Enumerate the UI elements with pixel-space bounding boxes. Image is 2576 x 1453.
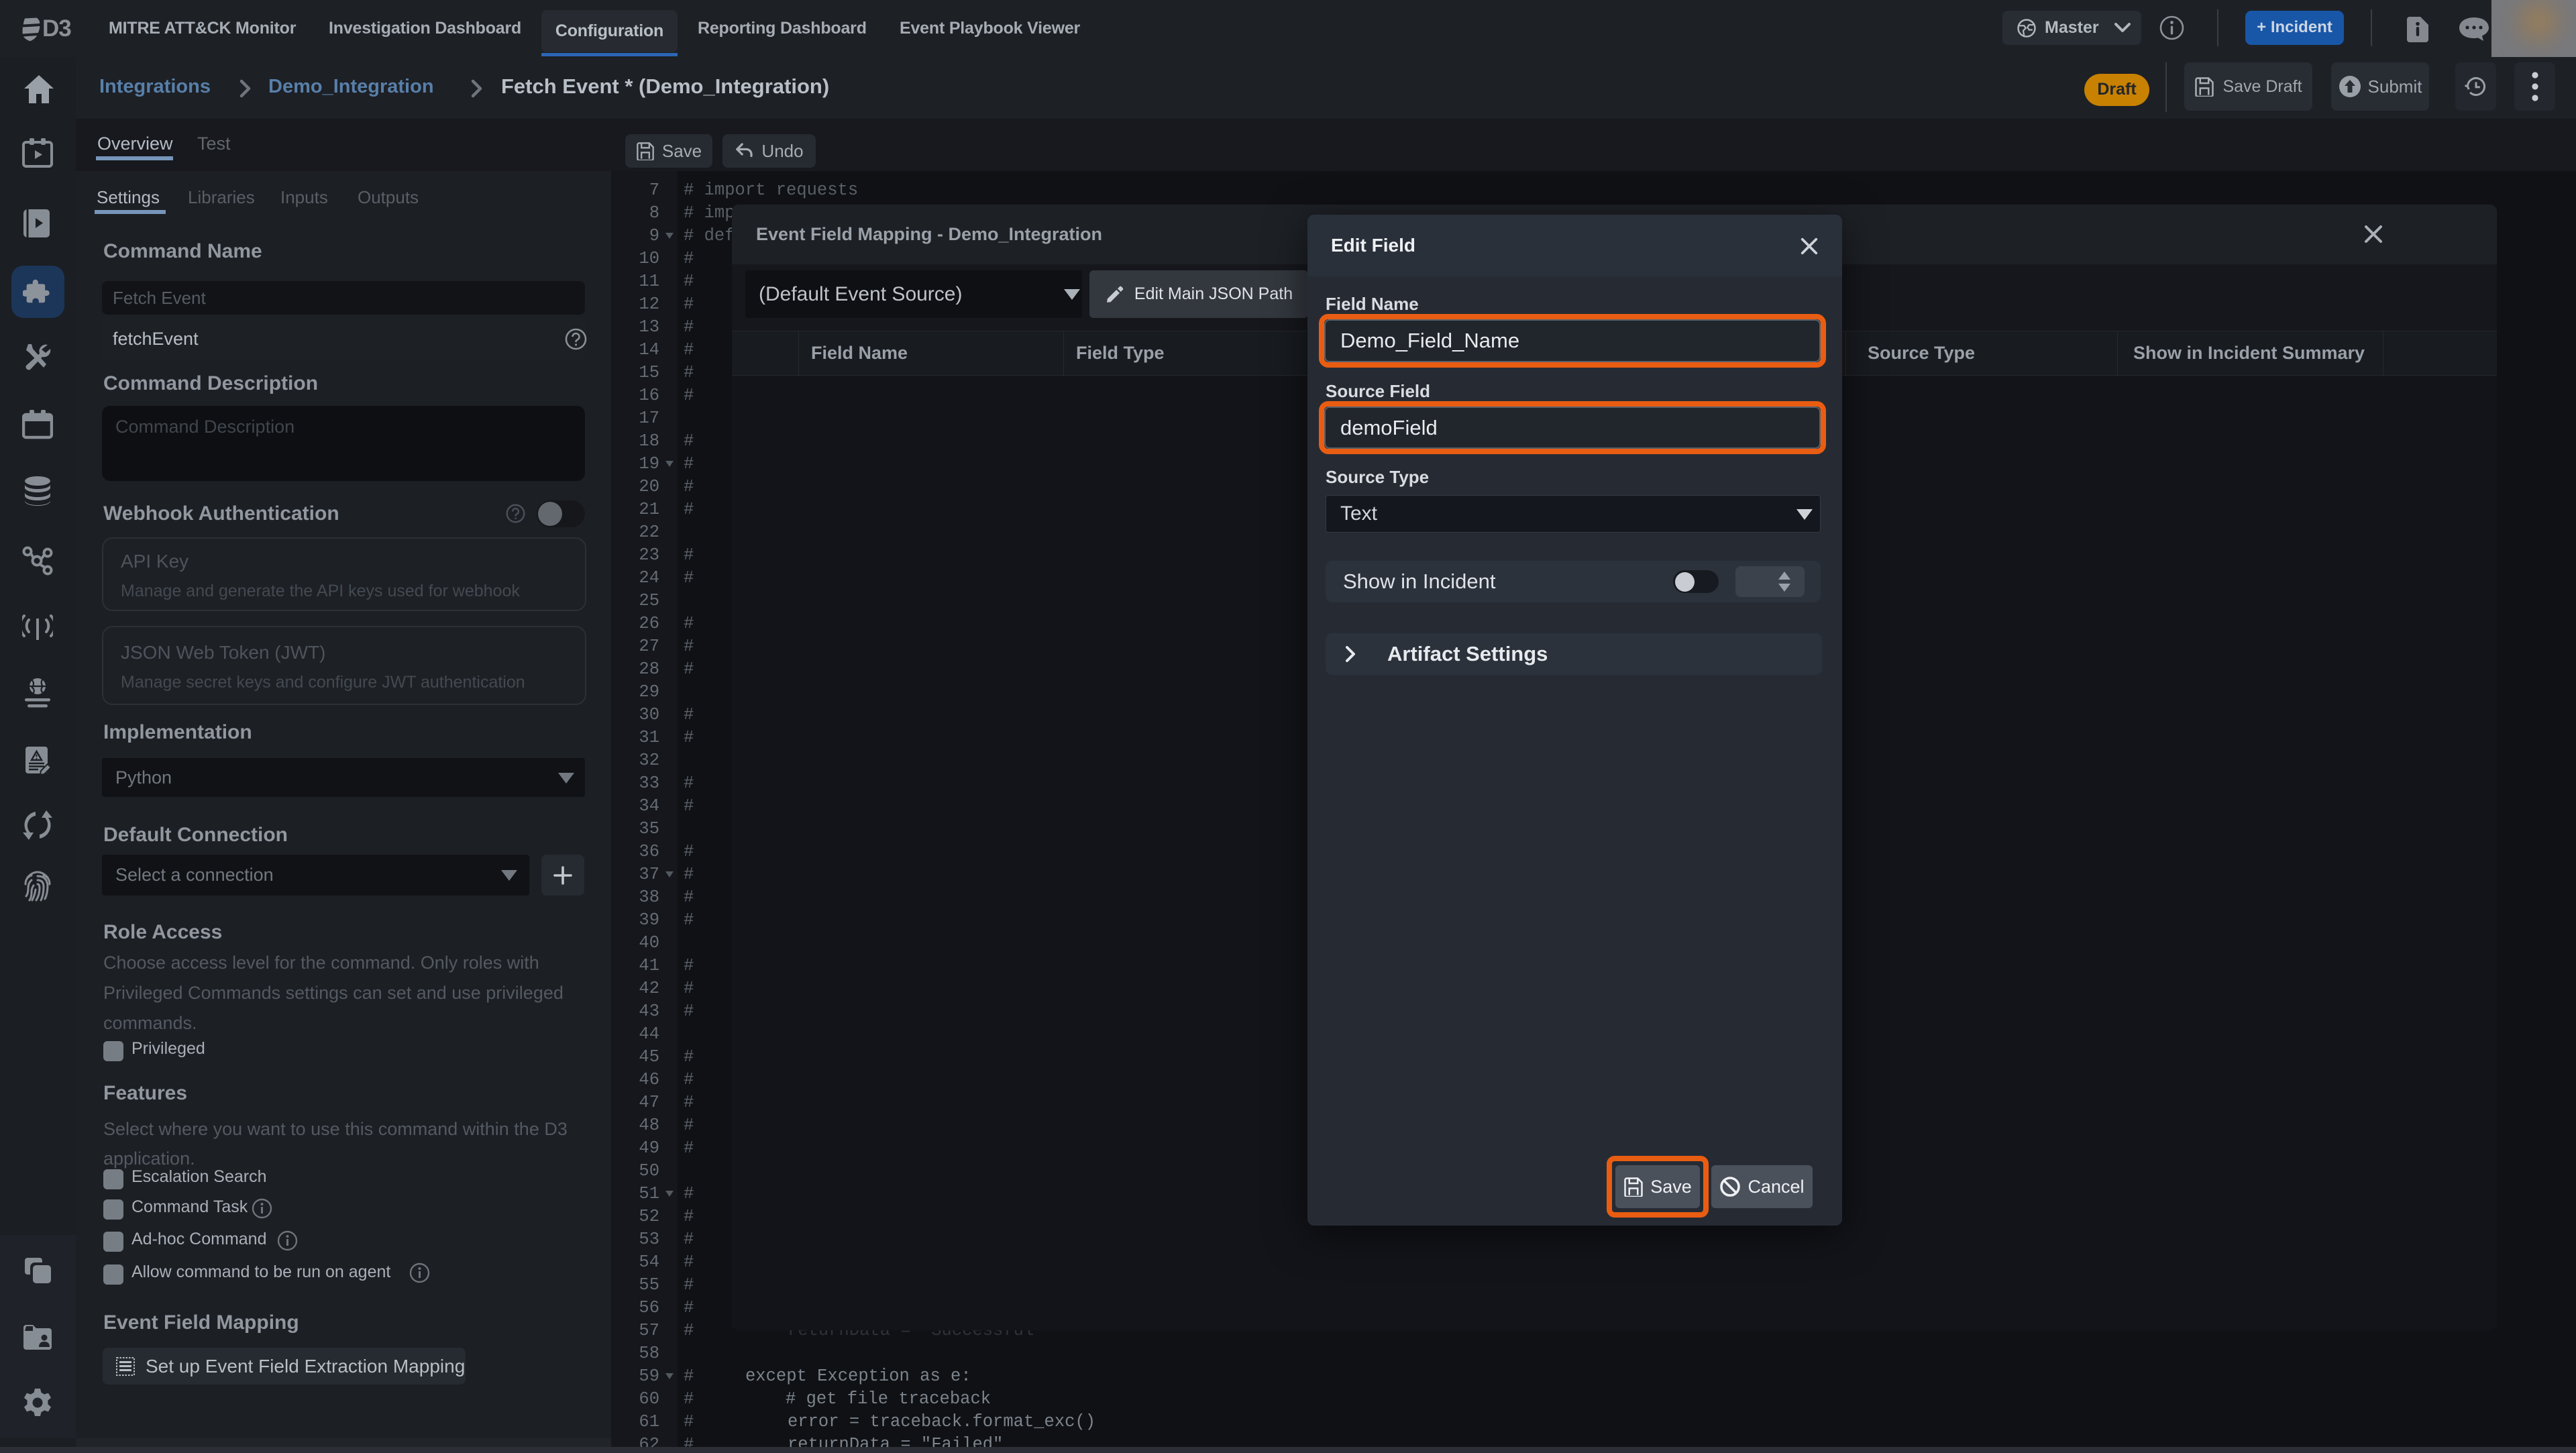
svg-text:D3: D3: [42, 17, 71, 42]
